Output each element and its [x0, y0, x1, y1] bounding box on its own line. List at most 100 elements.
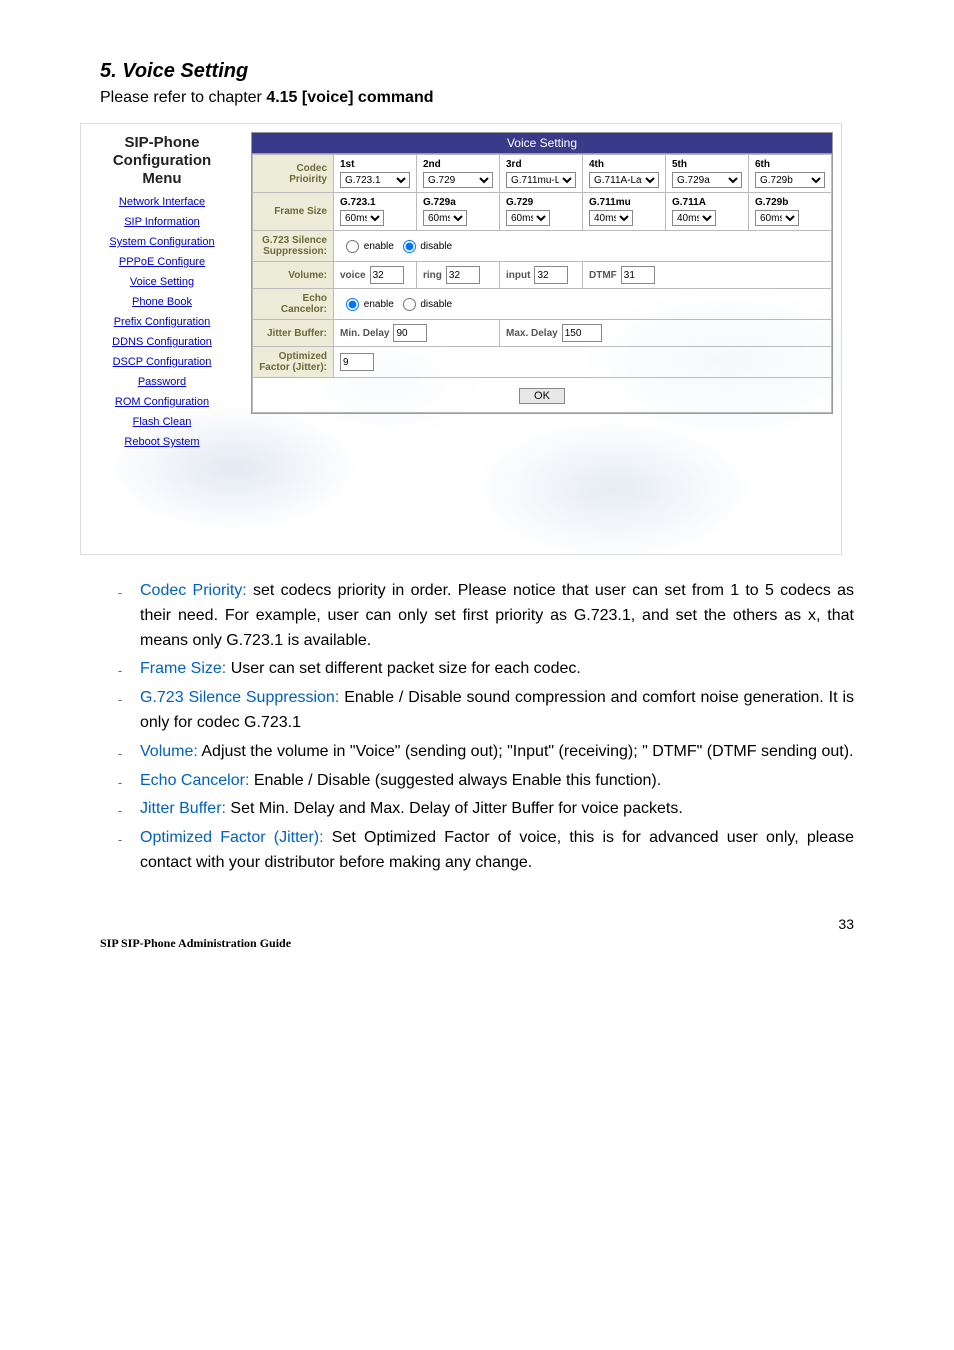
voice-setting-form: Codec Prioirity 1st G.723.1 2nd G.729 3r… [252, 154, 832, 378]
volume-voice-label: voice [340, 270, 366, 281]
sidebar-title: SIP-Phone Configuration Menu [87, 134, 237, 188]
sidebar-item-network-interface[interactable]: Network Interface [87, 196, 237, 208]
frame-col-head-6: G.729b [755, 197, 825, 208]
codec-col-head-4: 4th [589, 159, 659, 170]
sidebar-title-l1: SIP-Phone [124, 134, 199, 151]
panel-title: Voice Setting [252, 133, 832, 154]
row-label-codec-priority: Codec Prioirity [253, 155, 334, 193]
sidebar-item-reboot-system[interactable]: Reboot System [87, 436, 237, 448]
jitter-max-label: Max. Delay [506, 328, 558, 339]
sidebar-item-system-configuration[interactable]: System Configuration [87, 236, 237, 248]
voice-setting-panel: Voice Setting Codec Prioirity 1st G.723.… [251, 132, 833, 414]
ok-button[interactable]: OK [519, 388, 565, 404]
frame-size-1-select[interactable]: 60ms [340, 210, 384, 226]
bullet-dash: - [100, 686, 140, 736]
codec-col-head-5: 5th [672, 159, 742, 170]
codec-priority-2-select[interactable]: G.729 [423, 172, 493, 188]
desc-echo: Enable / Disable (suggested always Enabl… [249, 772, 661, 789]
main-panel-area: Voice Setting Codec Prioirity 1st G.723.… [243, 124, 841, 554]
frame-size-6-select[interactable]: 60ms [755, 210, 799, 226]
codec-col-head-3: 3rd [506, 159, 576, 170]
jitter-max-input[interactable] [562, 324, 602, 342]
echo-enable-radio[interactable] [346, 298, 359, 311]
row-label-jitter: Jitter Buffer: [253, 320, 334, 347]
bullet-dash: - [100, 826, 140, 876]
section-sub-pre: Please refer to chapter [100, 89, 266, 106]
silence-disable-radio[interactable] [403, 240, 416, 253]
sidebar-item-dscp-configuration[interactable]: DSCP Configuration [87, 356, 237, 368]
row-label-silence: G.723 Silence Suppression: [253, 231, 334, 262]
term-frame-size: Frame Size: [140, 660, 226, 677]
section-subtitle: Please refer to chapter 4.15 [voice] com… [100, 89, 854, 107]
desc-jitter: Set Min. Delay and Max. Delay of Jitter … [226, 800, 683, 817]
bullet-dash: - [100, 769, 140, 794]
silence-disable-label: disable [420, 241, 452, 252]
volume-input-input[interactable] [534, 266, 568, 284]
page-number: 33 [100, 916, 854, 932]
jitter-min-label: Min. Delay [340, 328, 389, 339]
optimized-factor-input[interactable] [340, 353, 374, 371]
sidebar-item-sip-information[interactable]: SIP Information [87, 216, 237, 228]
volume-dtmf-input[interactable] [621, 266, 655, 284]
row-label-frame-size: Frame Size [253, 193, 334, 231]
sidebar-item-pppoe-configure[interactable]: PPPoE Configure [87, 256, 237, 268]
section-sub-bold: 4.15 [voice] command [266, 89, 433, 106]
sidebar-item-prefix-configuration[interactable]: Prefix Configuration [87, 316, 237, 328]
desc-codec-priority: set codecs priority in order. Please not… [140, 582, 854, 649]
codec-col-head-6: 6th [755, 159, 825, 170]
sidebar-item-ddns-configuration[interactable]: DDNS Configuration [87, 336, 237, 348]
frame-size-5-select[interactable]: 40ms [672, 210, 716, 226]
bullet-dash: - [100, 657, 140, 682]
bullet-dash: - [100, 579, 140, 653]
term-silence: G.723 Silence Suppression: [140, 689, 339, 706]
echo-disable-radio[interactable] [403, 298, 416, 311]
frame-col-head-5: G.711A [672, 197, 742, 208]
codec-col-head-2: 2nd [423, 159, 493, 170]
sidebar-item-password[interactable]: Password [87, 376, 237, 388]
frame-size-2-select[interactable]: 60ms [423, 210, 467, 226]
codec-priority-4-select[interactable]: G.711A-Law [589, 172, 659, 188]
section-title: 5. Voice Setting [100, 60, 854, 83]
sidebar: SIP-Phone Configuration Menu Network Int… [81, 124, 243, 554]
term-echo: Echo Cancelor: [140, 772, 249, 789]
term-optimized: Optimized Factor (Jitter): [140, 829, 324, 846]
frame-size-4-select[interactable]: 40ms [589, 210, 633, 226]
codec-col-head-1: 1st [340, 159, 410, 170]
volume-ring-label: ring [423, 270, 442, 281]
term-volume: Volume: [140, 743, 198, 760]
frame-col-head-3: G.729 [506, 197, 576, 208]
codec-priority-1-select[interactable]: G.723.1 [340, 172, 410, 188]
ok-row: OK [252, 378, 832, 413]
footer: SIP SIP-Phone Administration Guide [100, 936, 854, 951]
volume-ring-input[interactable] [446, 266, 480, 284]
volume-voice-input[interactable] [370, 266, 404, 284]
sidebar-item-flash-clean[interactable]: Flash Clean [87, 416, 237, 428]
sidebar-item-voice-setting[interactable]: Voice Setting [87, 276, 237, 288]
volume-input-label: input [506, 270, 530, 281]
description-list: -Codec Priority: set codecs priority in … [100, 579, 854, 876]
frame-col-head-2: G.729a [423, 197, 493, 208]
codec-priority-6-select[interactable]: G.729b [755, 172, 825, 188]
frame-col-head-4: G.711mu [589, 197, 659, 208]
silence-enable-label: enable [364, 241, 394, 252]
jitter-min-input[interactable] [393, 324, 427, 342]
sidebar-item-rom-configuration[interactable]: ROM Configuration [87, 396, 237, 408]
codec-priority-3-select[interactable]: G.711mu-Law [506, 172, 576, 188]
bullet-dash: - [100, 797, 140, 822]
codec-priority-5-select[interactable]: G.729a [672, 172, 742, 188]
term-jitter: Jitter Buffer: [140, 800, 226, 817]
bullet-dash: - [100, 740, 140, 765]
row-label-opt: Optimized Factor (Jitter): [253, 347, 334, 378]
echo-disable-label: disable [420, 299, 452, 310]
frame-size-3-select[interactable]: 60ms [506, 210, 550, 226]
desc-volume: Adjust the volume in "Voice" (sending ou… [198, 743, 854, 760]
silence-enable-radio[interactable] [346, 240, 359, 253]
sidebar-item-phone-book[interactable]: Phone Book [87, 296, 237, 308]
term-codec-priority: Codec Priority: [140, 582, 247, 599]
volume-dtmf-label: DTMF [589, 270, 617, 281]
row-label-echo: Echo Cancelor: [253, 289, 334, 320]
desc-frame-size: User can set different packet size for e… [226, 660, 581, 677]
echo-enable-label: enable [364, 299, 394, 310]
frame-col-head-1: G.723.1 [340, 197, 410, 208]
sidebar-title-l2: Configuration [113, 152, 211, 169]
